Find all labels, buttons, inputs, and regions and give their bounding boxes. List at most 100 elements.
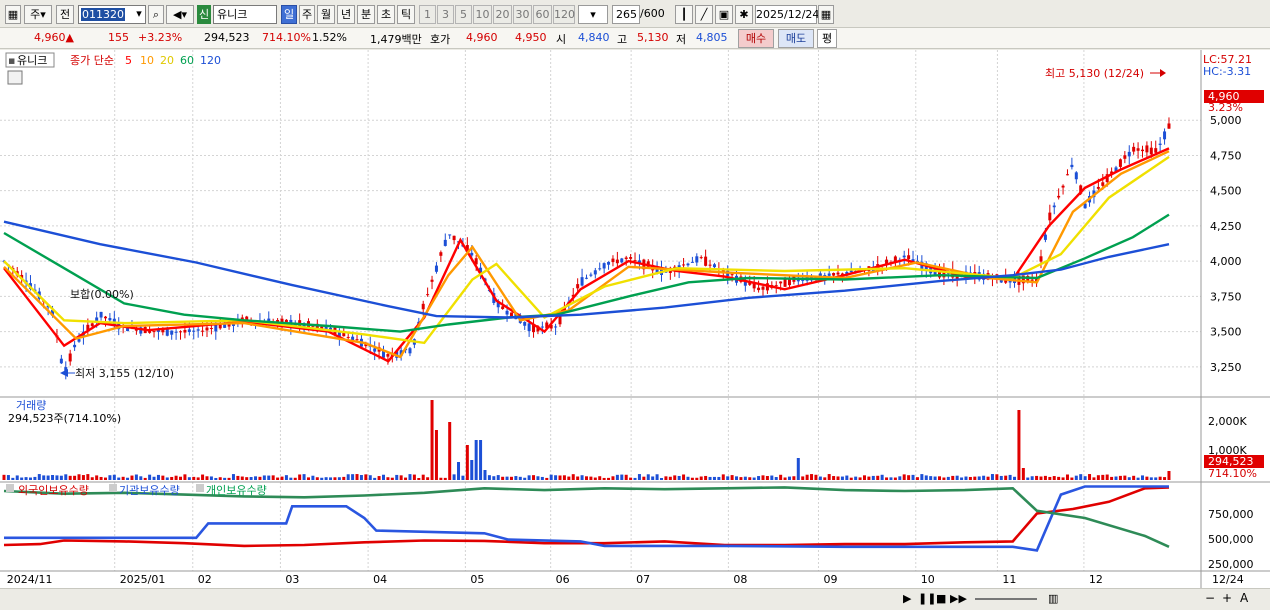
volume-bar — [646, 474, 650, 480]
volume-bar — [915, 477, 919, 480]
prev-button[interactable]: 전 — [56, 5, 74, 24]
volume-bar — [271, 475, 275, 480]
volume-bar — [284, 475, 288, 480]
volume-bar — [607, 477, 611, 480]
candle-body — [704, 256, 708, 266]
volume-bar — [1132, 475, 1136, 480]
candle-icon[interactable]: ┃ — [675, 5, 693, 24]
pause-icon[interactable]: ❚❚ — [918, 592, 936, 605]
indiv-legend-box — [196, 484, 204, 492]
sell-button[interactable]: 매도 — [778, 29, 814, 48]
tab-second[interactable]: 초 — [377, 5, 395, 24]
period-select[interactable]: 주▾ — [24, 5, 52, 24]
date-input[interactable]: 2025/12/24 — [755, 5, 819, 24]
calendar-icon[interactable]: ▦ — [818, 5, 834, 24]
candle-body — [836, 272, 840, 275]
layout-icon[interactable]: ▥ — [1048, 592, 1058, 605]
legend-gear-icon[interactable]: ▪ — [8, 54, 15, 67]
gear-icon[interactable]: ✱ — [735, 5, 753, 24]
interval-10[interactable]: 10 — [473, 5, 492, 24]
volume-bar — [496, 475, 500, 480]
interval-5[interactable]: 5 — [455, 5, 472, 24]
volume-bar — [205, 476, 209, 480]
volume-bar — [487, 475, 491, 480]
zoom-out-icon[interactable]: − — [1205, 591, 1215, 605]
volume-bar — [24, 477, 28, 480]
price-tick: 3,250 — [1210, 361, 1242, 374]
tab-week[interactable]: 주 — [299, 5, 315, 24]
volume-bar — [862, 475, 866, 480]
volume-bar — [660, 477, 664, 480]
tab-tick[interactable]: 틱 — [397, 5, 415, 24]
chevron-down-icon[interactable]: ▾ — [132, 5, 146, 24]
trade-amount: 1,479백만 — [370, 33, 422, 46]
volume-bar — [849, 477, 853, 480]
speaker-icon[interactable]: ◀▾ — [166, 5, 194, 24]
forward-icon[interactable]: ▶▶ — [950, 592, 967, 605]
candle-body — [611, 258, 615, 263]
table-icon[interactable] — [7, 70, 23, 85]
volume-bar — [964, 476, 968, 480]
volume-bar — [832, 476, 836, 480]
foreign-legend-box — [6, 484, 14, 492]
zoom-in-icon[interactable]: + — [1222, 591, 1232, 605]
volume-bar — [302, 474, 306, 480]
interval-30[interactable]: 30 — [513, 5, 532, 24]
date-label: 2025/01 — [120, 573, 166, 586]
volume-bar — [412, 474, 416, 480]
interval-60[interactable]: 60 — [533, 5, 552, 24]
inv-tick-750k: 750,000 — [1208, 508, 1254, 521]
eval-button[interactable]: 평 — [817, 29, 837, 48]
candle-body — [448, 234, 452, 236]
interval-3[interactable]: 3 — [437, 5, 454, 24]
interval-120[interactable]: 120 — [553, 5, 575, 24]
candle-body — [695, 256, 699, 263]
count-input[interactable]: 265 — [612, 5, 640, 24]
volume-bar — [633, 477, 637, 480]
volume-bar — [1048, 476, 1052, 480]
candle-body — [523, 321, 527, 326]
volume-bar — [262, 475, 266, 480]
font-size-icon[interactable]: A — [1240, 591, 1248, 605]
count-max: /600 — [640, 7, 665, 20]
volume-bar — [1096, 475, 1100, 480]
high-price: 5,130 — [637, 31, 669, 44]
play-icon[interactable]: ▶ — [903, 592, 911, 605]
open-price: 4,840 — [578, 31, 610, 44]
candle-body — [686, 263, 690, 266]
volume-bar — [527, 475, 531, 480]
tab-month[interactable]: 월 — [317, 5, 335, 24]
candle-body — [187, 329, 191, 333]
volume-bar — [148, 474, 152, 480]
stock-name-field[interactable]: 유니크 — [213, 5, 277, 24]
chart-type-icon[interactable]: ▦ — [5, 5, 21, 24]
interval-1[interactable]: 1 — [419, 5, 436, 24]
buy-button[interactable]: 매수 — [738, 29, 774, 48]
tab-year[interactable]: 년 — [337, 5, 355, 24]
volume-bar — [1079, 474, 1083, 480]
candle-body — [540, 326, 544, 328]
search-icon[interactable]: ⌕ — [148, 5, 164, 24]
volume-bar — [1026, 477, 1030, 480]
volume-bar — [112, 474, 116, 480]
volume-bar — [664, 476, 668, 480]
zoom-slider[interactable] — [975, 598, 1037, 600]
volume-bar — [81, 475, 85, 480]
volume-bar — [333, 477, 337, 480]
stock-chart[interactable]: 3,250 3,500 3,750 4,000 4,250 4,500 4,750 5,000… — [0, 50, 1270, 588]
volume-bar — [611, 476, 615, 480]
interval-20[interactable]: 20 — [493, 5, 512, 24]
volume-bar — [46, 475, 50, 480]
stop-icon[interactable]: ■ — [936, 592, 946, 605]
custom-interval-select[interactable]: ▾ — [578, 5, 608, 24]
tab-day[interactable]: 일 — [281, 5, 297, 24]
volume-bar — [95, 475, 99, 480]
save-icon[interactable]: ▣ — [715, 5, 733, 24]
volume-bar — [236, 475, 240, 480]
volume-bar — [699, 476, 703, 480]
legend-ma120: 120 — [200, 54, 221, 67]
volume-bar — [121, 476, 125, 480]
candle-body — [90, 323, 94, 327]
draw-icon[interactable]: ╱ — [695, 5, 713, 24]
tab-minute[interactable]: 분 — [357, 5, 375, 24]
